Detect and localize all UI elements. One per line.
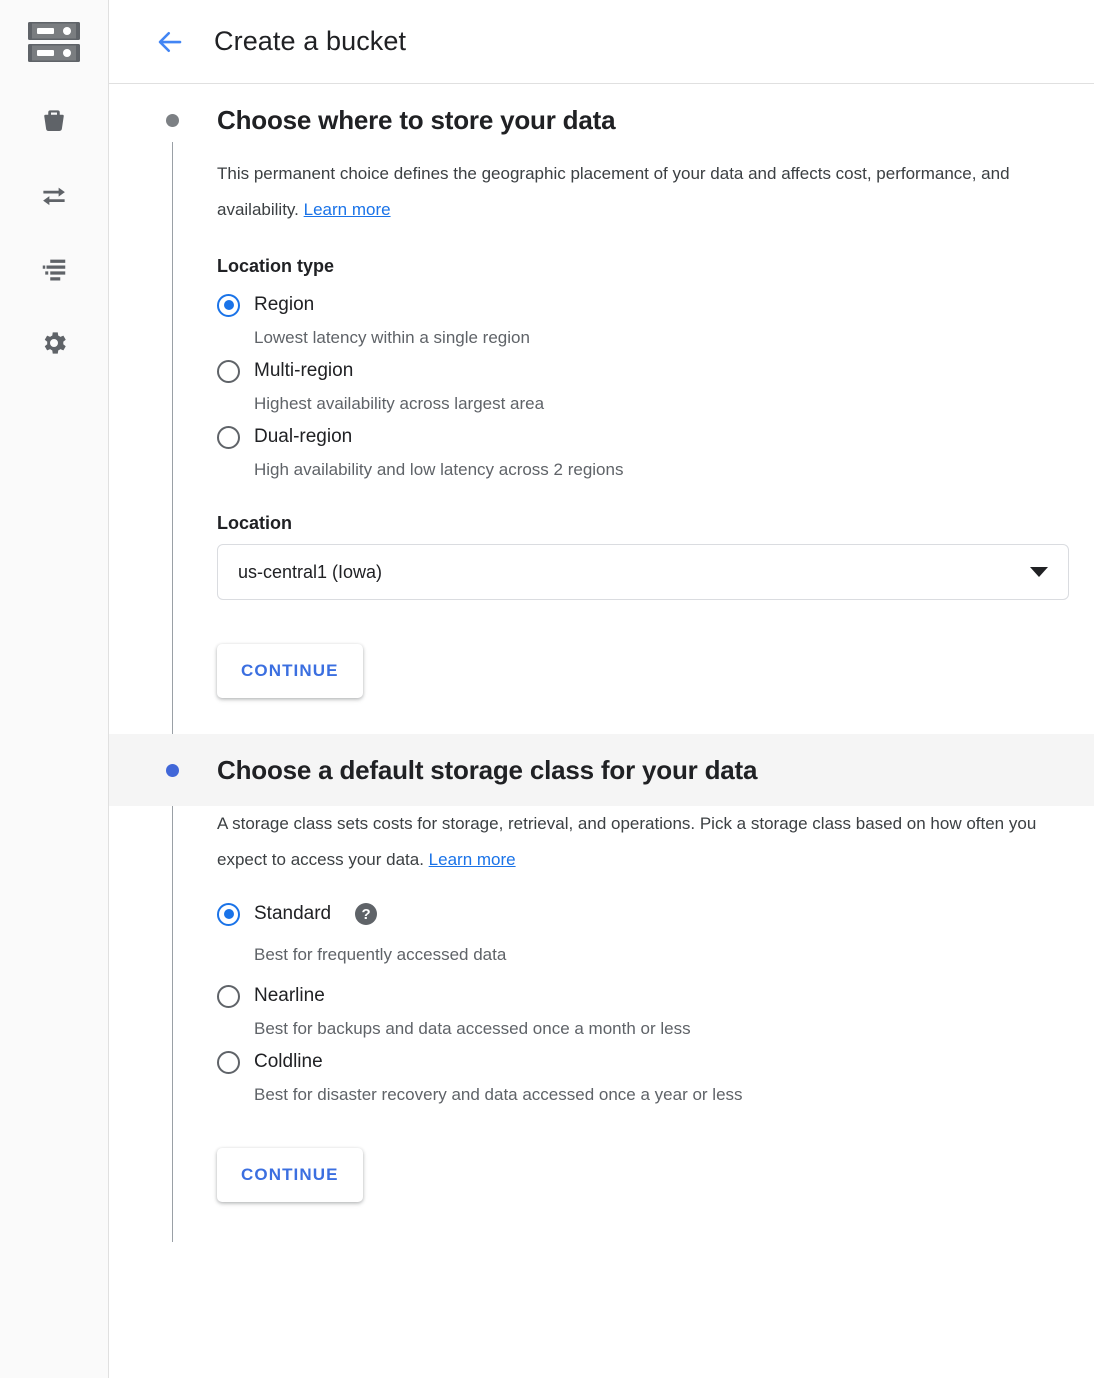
- radio-sub-standard: Best for frequently accessed data: [254, 932, 1074, 978]
- step-1-body: This permanent choice defines the geogra…: [109, 156, 1094, 734]
- sidebar-item-settings[interactable]: [37, 326, 71, 360]
- location-type-radio-group: Region Lowest latency within a single re…: [217, 287, 1074, 485]
- step-choose-location: Choose where to store your data This per…: [109, 84, 1094, 734]
- radio-label-standard: Standard: [254, 903, 331, 925]
- continue-button-storage-class[interactable]: CONTINUE: [217, 1148, 363, 1202]
- radio-coldline[interactable]: [217, 1051, 240, 1074]
- step-1-title: Choose where to store your data: [217, 105, 615, 136]
- storage-rack-icon: [26, 20, 82, 64]
- transfer-arrows-icon: [39, 180, 69, 210]
- help-icon-standard[interactable]: ?: [355, 903, 377, 925]
- radio-sub-dual-region: High availability and low latency across…: [254, 455, 1074, 485]
- page-header: Create a bucket: [109, 0, 1094, 84]
- stepper: Choose where to store your data This per…: [109, 84, 1094, 1202]
- sidebar-item-buckets[interactable]: [37, 104, 71, 138]
- radio-multi-region[interactable]: [217, 360, 240, 383]
- step-choose-storage-class: Choose a default storage class for your …: [109, 734, 1094, 1202]
- radio-option-multi-region[interactable]: Multi-region: [217, 353, 1074, 389]
- location-type-label: Location type: [217, 256, 1074, 277]
- radio-dual-region[interactable]: [217, 426, 240, 449]
- step-1-header[interactable]: Choose where to store your data: [109, 84, 1094, 156]
- radio-sub-region: Lowest latency within a single region: [254, 323, 1074, 353]
- create-bucket-page: Create a bucket Choose where to store yo…: [0, 0, 1094, 1378]
- sidebar-item-data-transfer-config[interactable]: [37, 252, 71, 286]
- location-label: Location: [217, 513, 1074, 534]
- radio-nearline[interactable]: [217, 985, 240, 1008]
- main-content: Create a bucket Choose where to store yo…: [109, 0, 1094, 1378]
- radio-label-coldline: Coldline: [254, 1051, 323, 1073]
- learn-more-link-storage-class[interactable]: Learn more: [429, 850, 516, 869]
- radio-sub-multi-region: Highest availability across largest area: [254, 389, 1074, 419]
- radio-label-region: Region: [254, 294, 314, 316]
- radio-standard[interactable]: [217, 903, 240, 926]
- radio-sub-nearline: Best for backups and data accessed once …: [254, 1014, 1074, 1044]
- step-2-header[interactable]: Choose a default storage class for your …: [109, 734, 1094, 806]
- sidebar-item-transfer[interactable]: [37, 178, 71, 212]
- step-2-description-text: A storage class sets costs for storage, …: [217, 814, 1036, 869]
- page-title: Create a bucket: [214, 26, 406, 57]
- step-1-spacer: [217, 698, 1074, 734]
- radio-sub-coldline: Best for disaster recovery and data acce…: [254, 1080, 1074, 1110]
- step-2-title: Choose a default storage class for your …: [217, 755, 757, 786]
- step-2-description: A storage class sets costs for storage, …: [217, 806, 1074, 878]
- rail-item-list: [0, 84, 108, 360]
- rail-bottom-partial-icon[interactable]: [0, 1360, 108, 1378]
- storage-rack-logo[interactable]: [0, 0, 108, 84]
- partial-icon: [37, 1360, 71, 1378]
- list-settings-icon: [39, 254, 69, 284]
- back-button[interactable]: [153, 25, 187, 59]
- step-2-body: A storage class sets costs for storage, …: [109, 806, 1094, 1202]
- storage-class-radio-group: Standard ? Best for frequently accessed …: [217, 896, 1074, 1110]
- radio-region[interactable]: [217, 294, 240, 317]
- step-2-bullet: [166, 764, 179, 777]
- location-select[interactable]: us-central1 (Iowa): [217, 544, 1069, 600]
- step-1-description: This permanent choice defines the geogra…: [217, 156, 1074, 228]
- radio-label-dual-region: Dual-region: [254, 426, 352, 448]
- step-2-gap: [217, 878, 1074, 896]
- location-select-value: us-central1 (Iowa): [238, 562, 382, 583]
- radio-option-standard[interactable]: Standard ?: [217, 896, 1074, 932]
- left-nav-rail: [0, 0, 109, 1378]
- learn-more-link-location[interactable]: Learn more: [304, 200, 391, 219]
- radio-option-nearline[interactable]: Nearline: [217, 978, 1074, 1014]
- radio-label-nearline: Nearline: [254, 985, 325, 1007]
- chevron-down-icon: [1030, 567, 1048, 577]
- step-1-bullet: [166, 114, 179, 127]
- gear-icon: [39, 328, 69, 358]
- radio-option-dual-region[interactable]: Dual-region: [217, 419, 1074, 455]
- radio-option-region[interactable]: Region: [217, 287, 1074, 323]
- continue-button-location[interactable]: CONTINUE: [217, 644, 363, 698]
- radio-option-coldline[interactable]: Coldline: [217, 1044, 1074, 1080]
- radio-label-multi-region: Multi-region: [254, 360, 353, 382]
- bucket-icon: [39, 106, 69, 136]
- arrow-left-icon: [155, 27, 185, 57]
